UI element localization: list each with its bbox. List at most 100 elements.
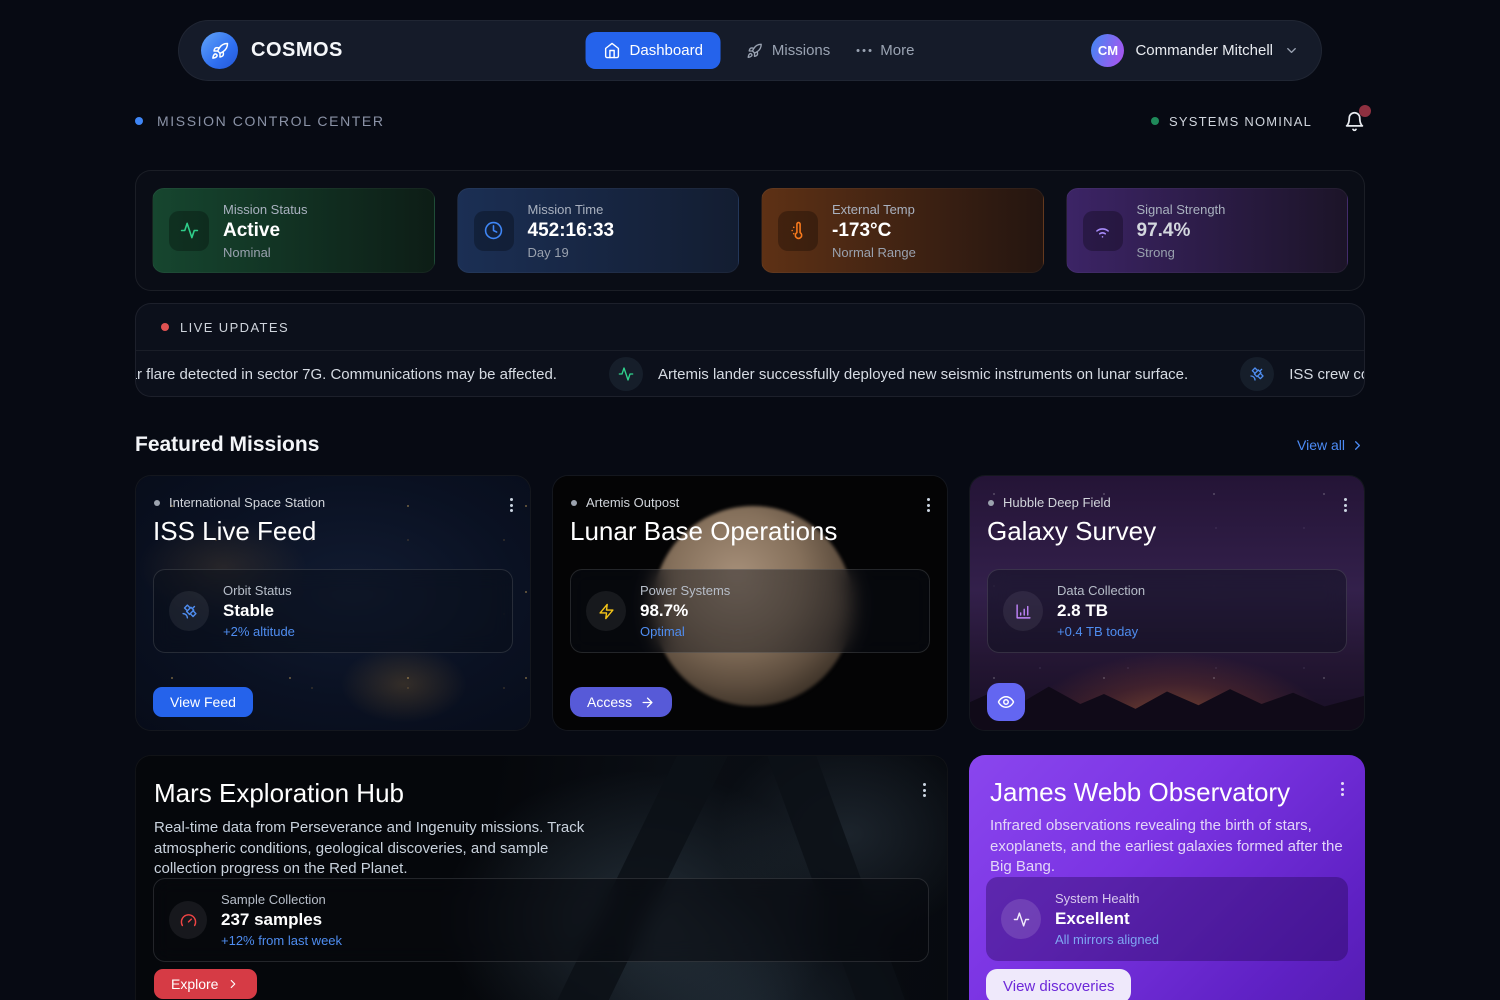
kebab-menu-icon[interactable] xyxy=(920,780,929,800)
stat-value: 2.8 TB xyxy=(1057,601,1145,621)
stat-value: 98.7% xyxy=(640,601,730,621)
status-row: MISSION CONTROL CENTER SYSTEMS NOMINAL xyxy=(135,108,1365,134)
kebab-menu-icon[interactable] xyxy=(1338,779,1347,799)
page-title: MISSION CONTROL CENTER xyxy=(157,113,385,129)
live-updates-header: LIVE UPDATES xyxy=(136,304,1364,351)
mission-title: Galaxy Survey xyxy=(987,516,1156,547)
mission-card-mars: Mars Exploration Hub Real-time data from… xyxy=(135,755,948,1000)
blue-dot-icon xyxy=(135,117,143,125)
mission-title: James Webb Observatory xyxy=(990,777,1290,808)
system-status-label: SYSTEMS NOMINAL xyxy=(1169,114,1312,129)
chevron-right-icon xyxy=(226,977,240,991)
nav-more-label: More xyxy=(880,42,914,59)
access-label: Access xyxy=(587,694,632,710)
mission-stat-panel: Data Collection 2.8 TB +0.4 TB today xyxy=(987,569,1347,653)
chevron-down-icon xyxy=(1284,43,1299,58)
featured-missions-header: Featured Missions View all xyxy=(135,430,1365,460)
mission-title: Mars Exploration Hub xyxy=(154,778,404,809)
brand: COSMOS xyxy=(201,32,343,69)
explore-button[interactable]: Explore xyxy=(154,969,257,999)
stat-label: Signal Strength xyxy=(1137,202,1226,217)
nav-more[interactable]: More xyxy=(856,42,914,59)
wifi-icon xyxy=(1083,211,1123,251)
live-updates-title: LIVE UPDATES xyxy=(180,320,289,335)
ticker-text: Artemis lander successfully deployed new… xyxy=(658,366,1188,383)
stat-value: 237 samples xyxy=(221,910,342,930)
green-dot-icon xyxy=(1151,117,1159,125)
activity-icon xyxy=(1001,899,1041,939)
view-discoveries-button[interactable]: View discoveries xyxy=(986,969,1131,1000)
mission-stat-panel: Sample Collection 237 samples +12% from … xyxy=(153,878,929,962)
stat-label: Orbit Status xyxy=(223,583,295,598)
stat-mission-time: Mission Time 452:16:33 Day 19 xyxy=(457,188,740,273)
stat-label: Mission Status xyxy=(223,202,308,217)
mission-tag: International Space Station xyxy=(154,495,325,510)
mission-card-iss: International Space Station ISS Live Fee… xyxy=(135,475,531,731)
stat-label: Power Systems xyxy=(640,583,730,598)
view-all-label: View all xyxy=(1297,437,1345,453)
nav-dashboard-label: Dashboard xyxy=(630,42,703,59)
stat-sub: +2% altitude xyxy=(223,624,295,639)
mission-description: Infrared observations revealing the birt… xyxy=(990,816,1346,878)
mission-description: Real-time data from Perseverance and Ing… xyxy=(154,818,606,880)
ticker-item: Solar flare detected in sector 7G. Commu… xyxy=(135,357,557,391)
user-menu[interactable]: CM Commander Mitchell xyxy=(1091,34,1299,67)
bar-chart-icon xyxy=(1003,591,1043,631)
nav-links: Dashboard Missions More xyxy=(586,32,915,69)
nav-missions-label: Missions xyxy=(772,42,830,59)
mission-stat-panel: Orbit Status Stable +2% altitude xyxy=(153,569,513,653)
view-feed-button[interactable]: View Feed xyxy=(153,687,253,717)
explore-label: Explore xyxy=(171,976,218,992)
stat-label: System Health xyxy=(1055,891,1159,906)
mission-card-galaxy: Hubble Deep Field Galaxy Survey Data Col… xyxy=(969,475,1365,731)
gauge-icon xyxy=(169,901,207,939)
arrow-right-icon xyxy=(640,695,655,710)
kebab-menu-icon[interactable] xyxy=(507,495,516,515)
stat-value: 97.4% xyxy=(1137,220,1226,242)
brand-name: COSMOS xyxy=(251,39,343,62)
user-name: Commander Mitchell xyxy=(1135,42,1273,59)
home-icon xyxy=(604,42,621,59)
mission-card-webb: James Webb Observatory Infrared observat… xyxy=(969,755,1365,1000)
view-all-link[interactable]: View all xyxy=(1297,437,1365,453)
ticker-item: Artemis lander successfully deployed new… xyxy=(609,357,1188,391)
avatar: CM xyxy=(1091,34,1124,67)
mission-stat-panel: Power Systems 98.7% Optimal xyxy=(570,569,930,653)
view-observations-button[interactable] xyxy=(987,683,1025,721)
stat-value: -173°C xyxy=(832,220,916,242)
notifications-button[interactable] xyxy=(1344,111,1365,132)
mission-tag: Artemis Outpost xyxy=(571,495,679,510)
featured-missions-row: International Space Station ISS Live Fee… xyxy=(135,475,1365,731)
ticker-item: ISS crew completes critical EVA xyxy=(1240,357,1365,391)
live-updates-panel: LIVE UPDATES Solar flare detected in sec… xyxy=(135,303,1365,397)
system-status: SYSTEMS NOMINAL xyxy=(1151,111,1365,132)
satellite-icon xyxy=(169,591,209,631)
mission-stat-panel: System Health Excellent All mirrors alig… xyxy=(986,877,1348,961)
satellite-icon xyxy=(1240,357,1274,391)
stat-sub: +12% from last week xyxy=(221,933,342,948)
chevron-right-icon xyxy=(1350,438,1365,453)
stat-signal-strength: Signal Strength 97.4% Strong xyxy=(1066,188,1349,273)
stat-sub: +0.4 TB today xyxy=(1057,624,1145,639)
stat-sub: Day 19 xyxy=(528,245,615,260)
ticker-text: Solar flare detected in sector 7G. Commu… xyxy=(135,366,557,383)
nav-dashboard[interactable]: Dashboard xyxy=(586,32,721,69)
stat-value: Stable xyxy=(223,601,295,621)
stat-sub: Nominal xyxy=(223,245,308,260)
stat-sub: Strong xyxy=(1137,245,1226,260)
access-button[interactable]: Access xyxy=(570,687,672,717)
stat-label: Sample Collection xyxy=(221,892,342,907)
section-title: Featured Missions xyxy=(135,433,319,457)
rocket-icon xyxy=(747,43,763,59)
news-ticker: Solar flare detected in sector 7G. Commu… xyxy=(135,351,1286,397)
clock-icon xyxy=(474,211,514,251)
zap-icon xyxy=(586,591,626,631)
ticker-text: ISS crew completes critical EVA xyxy=(1289,366,1365,383)
stat-mission-status: Mission Status Active Nominal xyxy=(152,188,435,273)
nav-missions[interactable]: Missions xyxy=(747,42,830,59)
kebab-menu-icon[interactable] xyxy=(1341,495,1350,515)
bottom-row: Mars Exploration Hub Real-time data from… xyxy=(135,755,1365,1000)
stat-sub: Normal Range xyxy=(832,245,916,260)
kebab-menu-icon[interactable] xyxy=(924,495,933,515)
stat-sub: Optimal xyxy=(640,624,730,639)
